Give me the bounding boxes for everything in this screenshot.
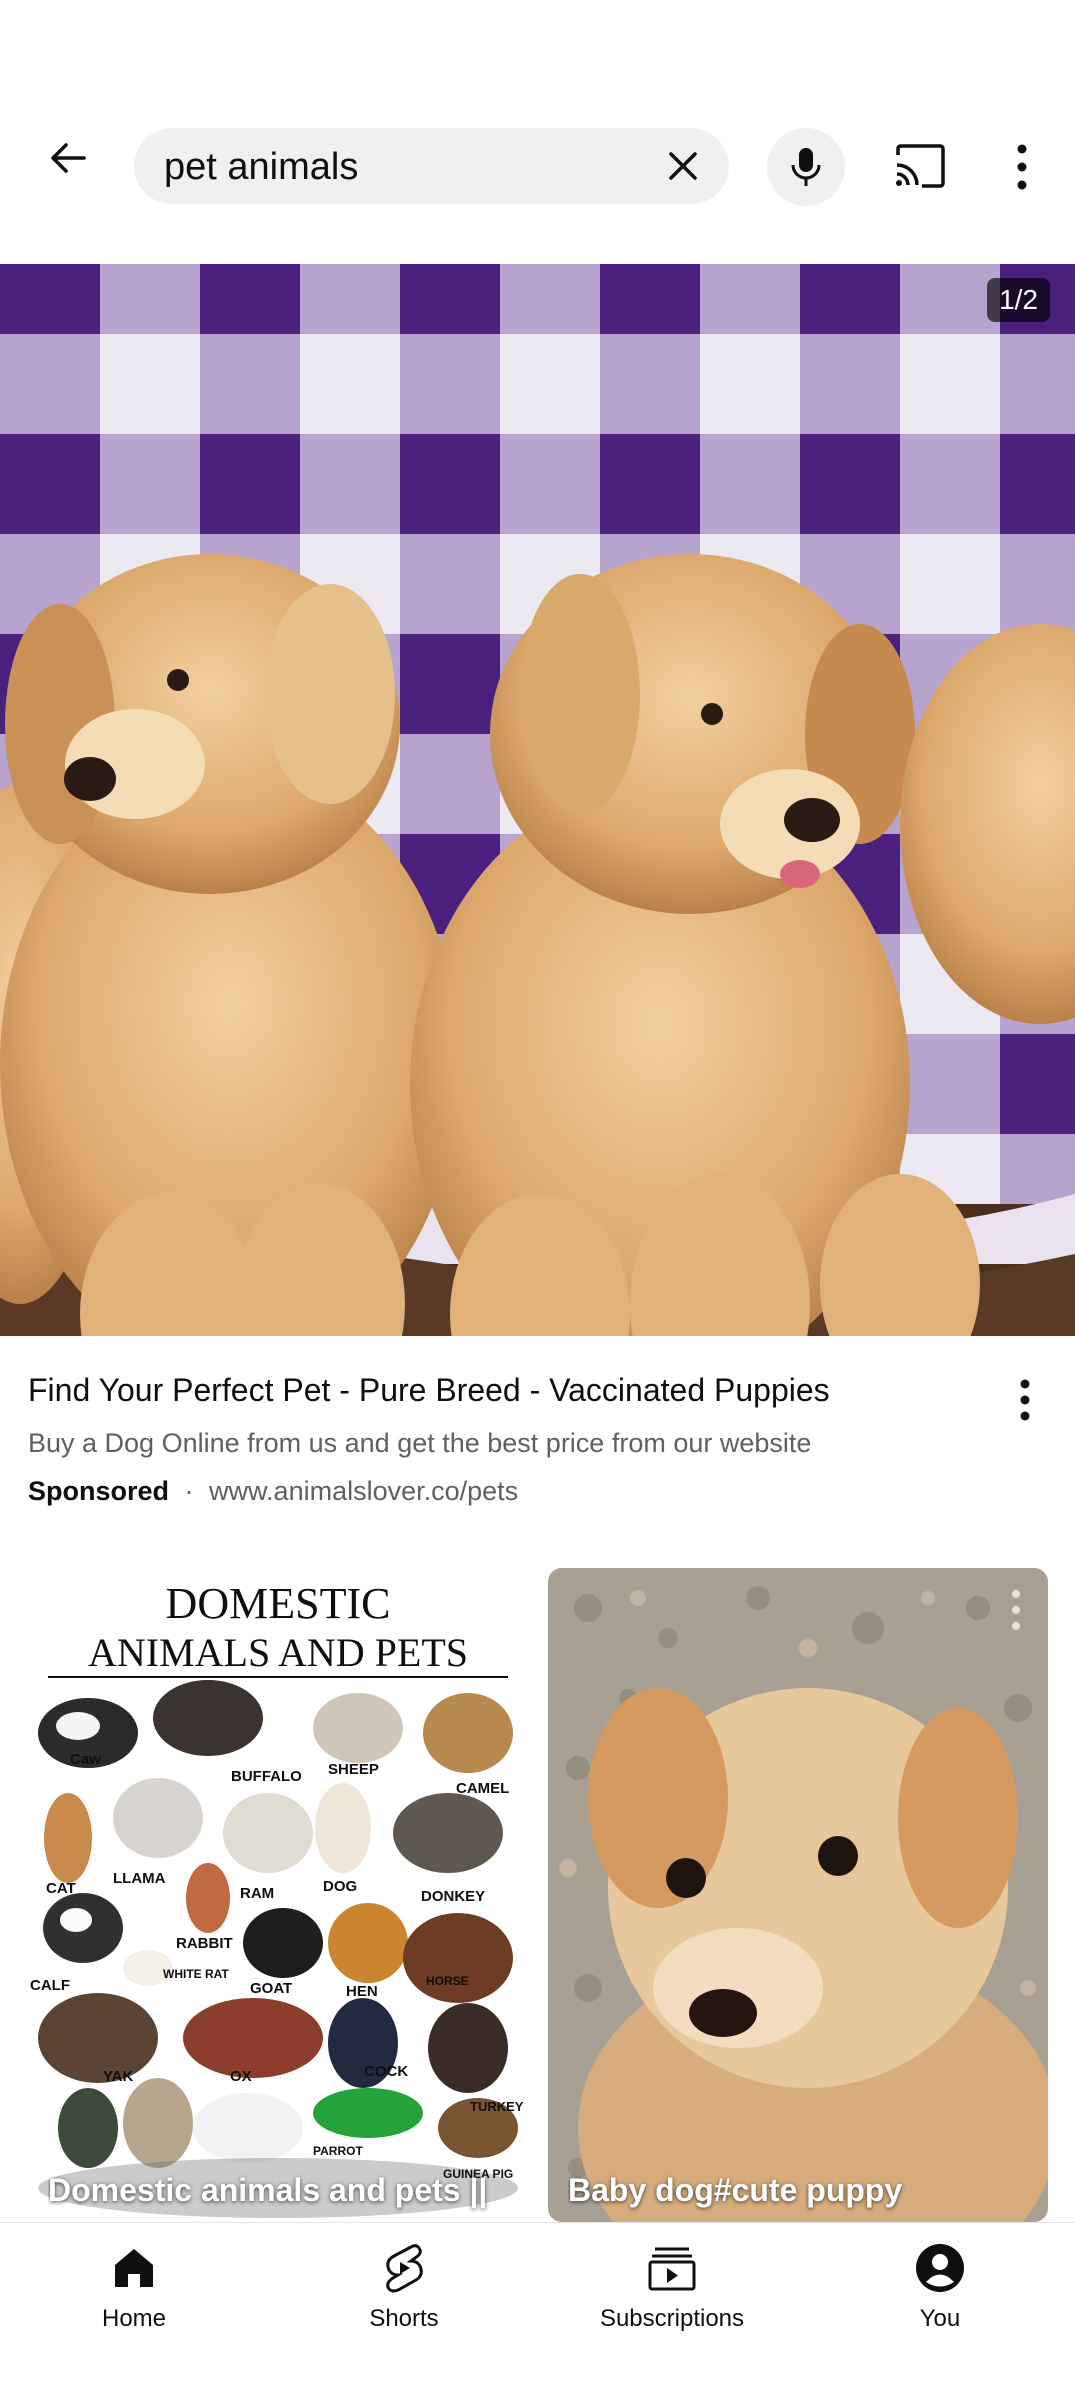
poster-label: CAT xyxy=(46,1880,76,1897)
poster-label: CALF xyxy=(30,1977,70,1994)
ad-url[interactable]: www.animalslover.co/pets xyxy=(209,1476,518,1506)
shorts-icon xyxy=(377,2241,431,2295)
nav-item-subscriptions[interactable]: Subscriptions xyxy=(562,2241,782,2351)
poster-label: RABBIT xyxy=(176,1935,233,1952)
shorts-card[interactable]: Baby dog#cute puppy xyxy=(548,1568,1048,2222)
domestic-animals-poster: DOMESTIC ANIMALS AND PETS Caw BUFFALO SH… xyxy=(28,1568,528,2222)
ad-image-puppies[interactable]: 1/2 xyxy=(0,264,1075,1336)
poster-label: SHEEP xyxy=(328,1761,379,1778)
voice-search-button[interactable] xyxy=(767,128,845,206)
more-vert-icon xyxy=(1020,1379,1030,1421)
ad-title[interactable]: Find Your Perfect Pet - Pure Breed - Vac… xyxy=(28,1372,830,1409)
sponsored-label: Sponsored xyxy=(28,1476,170,1506)
poster-heading-line2: ANIMALS AND PETS xyxy=(88,1630,468,1675)
clear-search-button[interactable] xyxy=(659,142,707,190)
poster-label: OX xyxy=(230,2068,252,2085)
ad-separator: · xyxy=(184,1476,194,1506)
poster-label: TURKEY xyxy=(470,2099,524,2114)
poster-label: HORSE xyxy=(426,1974,469,1988)
more-options-button[interactable] xyxy=(1000,135,1044,199)
poster-label: DONKEY xyxy=(421,1888,485,1905)
search-input[interactable]: pet animals xyxy=(134,128,729,204)
nav-label-home: Home xyxy=(101,2305,167,2332)
shorts-title[interactable]: Baby dog#cute puppy xyxy=(568,2170,1028,2214)
poster-label: HEN xyxy=(346,1983,378,2000)
poster-label: DOG xyxy=(323,1878,357,1895)
cast-button[interactable] xyxy=(888,138,952,194)
shorts-title[interactable]: Domestic animals and pets || xyxy=(48,2170,508,2214)
microphone-icon xyxy=(791,148,821,186)
nav-item-you[interactable]: You xyxy=(830,2241,1050,2351)
nav-label-shorts: Shorts xyxy=(369,2305,439,2332)
cast-icon xyxy=(896,144,945,188)
account-icon xyxy=(913,2241,967,2295)
ad-carousel-counter: 1/2 xyxy=(987,278,1050,322)
poster-label: PARROT xyxy=(313,2144,363,2158)
home-icon xyxy=(107,2241,161,2295)
ad-more-button[interactable] xyxy=(1005,1372,1045,1428)
search-query: pet animals xyxy=(164,146,359,188)
more-vert-icon xyxy=(1017,144,1027,190)
puppies-photo xyxy=(0,264,1075,1336)
bottom-navigation: Home Shorts Subscriptions You xyxy=(0,2222,1075,2393)
nav-item-shorts[interactable]: Shorts xyxy=(294,2241,514,2351)
shorts-more-button[interactable] xyxy=(1006,1588,1026,1632)
subscriptions-icon xyxy=(645,2241,699,2295)
nav-label-you: You xyxy=(919,2305,961,2332)
poster-label: LLAMA xyxy=(113,1870,166,1887)
baby-dog-photo xyxy=(548,1568,1048,2222)
more-vert-icon xyxy=(1012,1590,1020,1630)
back-button[interactable] xyxy=(40,130,96,186)
nav-label-subscriptions: Subscriptions xyxy=(599,2305,745,2332)
poster-label: WHITE RAT xyxy=(163,1967,229,1981)
poster-label: GOAT xyxy=(250,1980,292,1997)
poster-label: COCK xyxy=(364,2063,408,2080)
poster-label: CAMEL xyxy=(456,1780,509,1797)
arrow-left-icon xyxy=(51,143,86,173)
poster-heading-line1: DOMESTIC xyxy=(166,1579,391,1628)
close-icon xyxy=(669,152,697,180)
poster-label: Caw xyxy=(70,1751,101,1768)
ad-description: Buy a Dog Online from us and get the bes… xyxy=(28,1428,812,1458)
poster-label: YAK xyxy=(103,2068,133,2085)
search-header: pet animals xyxy=(0,0,1075,264)
ad-info[interactable]: Find Your Perfect Pet - Pure Breed - Vac… xyxy=(0,1336,1075,1526)
ad-meta: Sponsored · www.animalslover.co/pets xyxy=(28,1476,518,1507)
poster-label: BUFFALO xyxy=(231,1768,302,1785)
shorts-card[interactable]: DOMESTIC ANIMALS AND PETS Caw BUFFALO SH… xyxy=(28,1568,528,2222)
nav-item-home[interactable]: Home xyxy=(24,2241,244,2351)
poster-label: RAM xyxy=(240,1885,274,1902)
